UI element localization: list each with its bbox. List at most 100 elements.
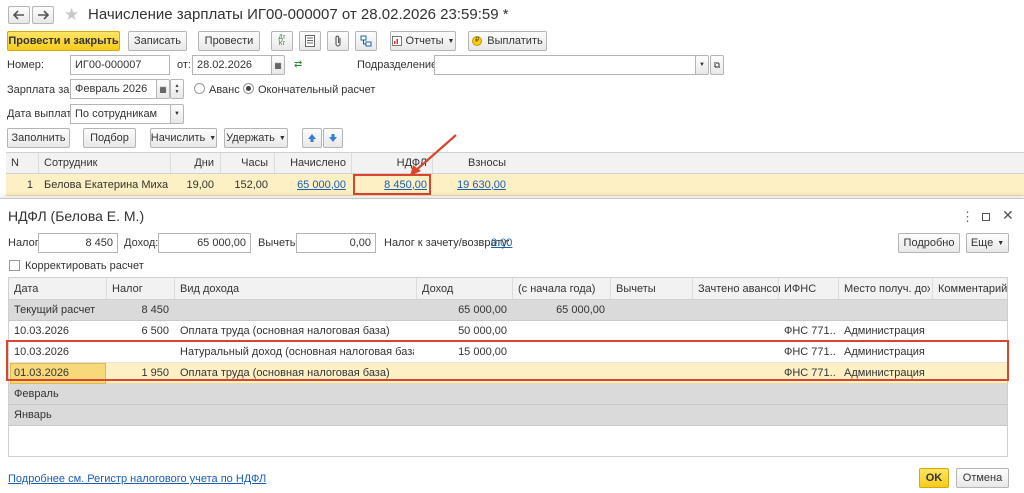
division-dropdown-button[interactable]: ▼: [695, 55, 709, 75]
table-row[interactable]: 1 Белова Екатерина Михай... 19,00 152,00…: [6, 174, 1024, 196]
advance-radio[interactable]: [194, 83, 205, 94]
col-employee[interactable]: Сотрудник: [44, 153, 164, 173]
income-label: Доход:: [124, 237, 159, 249]
final-label: Окончательный расчет: [258, 84, 376, 96]
division-field[interactable]: [434, 55, 696, 75]
col-kind[interactable]: Вид дохода: [180, 278, 410, 299]
col-date[interactable]: Дата: [14, 278, 104, 299]
save-button[interactable]: Записать: [128, 31, 187, 51]
cell-accrued-link[interactable]: 65 000,00: [276, 174, 346, 195]
col-ytd[interactable]: (с начала года): [518, 278, 608, 299]
divider: [274, 153, 275, 173]
divider: [416, 278, 417, 299]
dt-kt-button[interactable]: Дт Кт: [271, 31, 293, 51]
list-button[interactable]: [299, 31, 321, 51]
reports-dropdown[interactable]: Отчеты ▼: [390, 31, 456, 51]
post-and-close-button[interactable]: Провести и закрыть: [7, 31, 120, 51]
cell-income: 65 000,00: [458, 304, 507, 316]
col-n[interactable]: N: [11, 153, 31, 173]
cell-tax: 8 450: [141, 304, 169, 316]
document-list-icon: [305, 35, 315, 47]
col-advances[interactable]: Зачтено авансов: [698, 278, 780, 299]
period-stepper[interactable]: ▲ ▼: [170, 79, 184, 99]
set-date-icon[interactable]: ⇄: [294, 59, 302, 70]
reports-label: Отчеты: [405, 35, 444, 47]
col-hours[interactable]: Часы: [222, 153, 268, 173]
group-row-january[interactable]: Январь: [9, 405, 1007, 426]
select-button[interactable]: Подбор: [83, 128, 136, 148]
rows-highlight-box: [6, 340, 1009, 381]
divider: [170, 153, 171, 173]
move-up-button[interactable]: [302, 128, 322, 148]
col-income[interactable]: Доход: [422, 278, 502, 299]
deductions-field[interactable]: 0,00: [296, 233, 376, 253]
divider: [351, 153, 352, 173]
col-accrued[interactable]: Начислено: [276, 153, 346, 173]
date-field[interactable]: 28.02.2026: [192, 55, 272, 75]
divider: [512, 278, 513, 299]
annotation-arrow: [410, 134, 457, 176]
close-icon[interactable]: ✕: [1002, 207, 1014, 224]
advance-label: Аванс: [209, 84, 240, 96]
number-field[interactable]: ИГ00-000007: [70, 55, 170, 75]
structure-button[interactable]: [355, 31, 377, 51]
pay-date-field[interactable]: По сотрудникам: [70, 104, 171, 124]
forward-button[interactable]: [32, 6, 54, 24]
more-vertical-icon[interactable]: ⋮: [961, 209, 974, 225]
col-place[interactable]: Место получ. дох.: [844, 278, 930, 299]
col-comment[interactable]: Комментарий: [938, 278, 1007, 299]
open-link-icon: ⧉: [713, 59, 721, 70]
cancel-button[interactable]: Отмена: [956, 468, 1009, 488]
chevron-down-icon: ▼: [447, 37, 455, 45]
cell-income: 50 000,00: [458, 325, 507, 337]
cell-kind: Оплата труда (основная налоговая база): [180, 325, 390, 337]
detail-button[interactable]: Подробно: [898, 233, 960, 253]
calendar-button[interactable]: ▦: [271, 55, 285, 75]
correct-label: Корректировать расчет: [25, 260, 144, 272]
cell-days: 19,00: [186, 178, 214, 191]
chevron-down-icon: ▼: [209, 134, 217, 142]
offset-link[interactable]: 0.00: [491, 237, 512, 249]
divider: [106, 278, 107, 299]
division-label: Подразделение:: [357, 59, 441, 71]
cell-tax: 6 500: [141, 325, 169, 337]
division-open-button[interactable]: ⧉: [710, 55, 724, 75]
group-row-february[interactable]: Февраль: [9, 384, 1007, 405]
pay-date-dropdown-button[interactable]: ▼: [170, 104, 184, 124]
col-deductions[interactable]: Вычеты: [616, 278, 690, 299]
final-radio[interactable]: [243, 83, 254, 94]
cell-date: Текущий расчет: [14, 304, 96, 316]
ok-button[interactable]: OK: [919, 468, 949, 488]
accrue-dropdown[interactable]: Начислить ▼: [150, 128, 217, 148]
chevron-down-icon: ▼: [699, 62, 705, 68]
col-tax[interactable]: Налог: [112, 278, 172, 299]
favorite-star-icon[interactable]: ★: [64, 5, 79, 25]
col-days[interactable]: Дни: [172, 153, 214, 173]
maximize-icon[interactable]: [982, 213, 990, 221]
register-link[interactable]: Подробнее см. Регистр налогового учета п…: [8, 473, 266, 485]
period-calendar-button[interactable]: ▦: [156, 79, 170, 99]
back-button[interactable]: [8, 6, 30, 24]
dt-kt-icon: Дт Кт: [278, 35, 286, 47]
paperclip-icon: [335, 35, 341, 47]
withhold-dropdown[interactable]: Удержать ▼: [224, 128, 288, 148]
post-button[interactable]: Провести: [198, 31, 260, 51]
fill-button[interactable]: Заполнить: [7, 128, 70, 148]
main-table-header: N Сотрудник Дни Часы Начислено НДФЛ Взно…: [6, 152, 1024, 174]
attach-button[interactable]: [327, 31, 349, 51]
correct-checkbox[interactable]: [9, 260, 20, 271]
col-ifns[interactable]: ИФНС: [784, 278, 836, 299]
pay-button[interactable]: ₽ Выплатить: [468, 31, 547, 51]
move-down-button[interactable]: [323, 128, 343, 148]
more-dropdown[interactable]: Еще ▼: [966, 233, 1009, 253]
arrow-down-icon: [329, 134, 337, 142]
salary-for-field[interactable]: Февраль 2026: [70, 79, 157, 99]
table-row[interactable]: 10.03.2026 6 500 Оплата труда (основная …: [9, 321, 1007, 342]
deductions-label: Вычеты:: [258, 237, 301, 249]
income-field[interactable]: 65 000,00: [158, 233, 251, 253]
divider: [220, 153, 221, 173]
table-row[interactable]: Текущий расчет 8 450 65 000,00 65 000,00: [9, 300, 1007, 321]
cell-date: Февраль: [14, 388, 59, 400]
divider: [932, 278, 933, 299]
tax-field[interactable]: 8 450: [38, 233, 118, 253]
